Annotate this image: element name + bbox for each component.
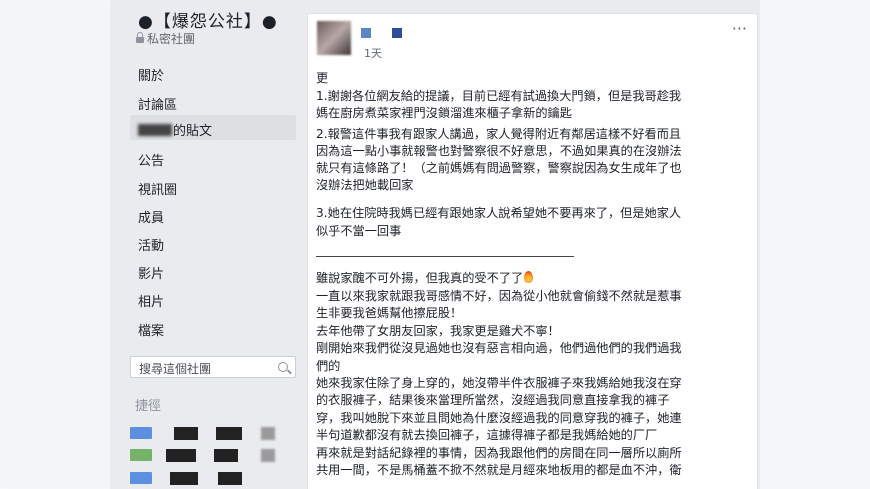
lock-icon (136, 32, 144, 43)
post-text-line: 半句道歉都沒有就去換回褲子，這據得褲子都是我媽給她的厂厂 (316, 428, 658, 442)
nav-item-about[interactable]: 關於 (138, 65, 164, 84)
redacted-name (138, 124, 172, 136)
nav-item-announcements[interactable]: 公告 (138, 150, 164, 169)
post-text-line: 因為這一點小事就報警也對警察很不好意思，不過如果真的在沒辦法 (316, 144, 682, 158)
facebook-group-window: ●【爆怨公社】● 私密社團 關於 討論區 的貼文 公告 視訊圈 成員 活動 影片… (110, 0, 760, 489)
nav-item-discussion[interactable]: 討論區 (138, 94, 177, 113)
redacted-text (214, 449, 238, 462)
search-icon[interactable] (278, 362, 288, 372)
nav-item-your-posts[interactable]: 的貼文 (138, 120, 212, 139)
group-name[interactable]: ●【爆怨公社】● (138, 7, 278, 32)
post-text-line: 穿，我叫她脫下來並且問她為什麼沒經過我的同意穿我的褲子，她連 (316, 411, 682, 425)
post-text-line: 共用一間，不是馬桶蓋不掀不然就是月經來地板用的都是血不沖，衛 (316, 463, 682, 477)
post-text-line: 就只有這條路了！（之前媽媽有問過警察，警察說因為女生成年了也 (316, 161, 682, 175)
group-privacy: 私密社團 (136, 30, 195, 47)
page-background-left (0, 0, 110, 489)
nav-item-video-chat[interactable]: 視訊圈 (138, 179, 177, 198)
redacted-text (170, 472, 198, 485)
redacted-text (166, 449, 196, 462)
fire-emoji-icon (524, 271, 534, 283)
post-text-line: 媽在廚房煮菜家裡門沒鎖溜進來櫃子拿新的鑰匙 (316, 106, 572, 120)
post-card: 1天 ··· 更 1.謝謝各位網友給的提議，目前已經有試過換大門鎖，但是我哥趁我… (307, 13, 758, 489)
nav-item-members[interactable]: 成員 (138, 207, 164, 226)
post-text-line: 2.報警這件事我有跟家人講過，家人覺得附近有鄰居這樣不好看而且 (316, 127, 682, 141)
post-text-line: 更 (316, 71, 329, 85)
post-text-line: 3.她在住院時我媽已經有跟她家人說希望她不要再來了，但是她家人 (316, 206, 682, 220)
shortcut-thumbnail (130, 449, 152, 461)
post-text-line: 剛開始來我們從沒見過她也沒有惡言相向過，他們過他們的我們過我 (316, 341, 682, 355)
post-text-line: 生非要我爸媽幫他擦屁股！ (316, 306, 463, 320)
shortcut-thumbnail (130, 427, 152, 439)
nav-item-events[interactable]: 活動 (138, 235, 164, 254)
redacted-text (216, 427, 242, 440)
post-text-line: 沒辦法把她載回家 (316, 178, 414, 192)
avatar[interactable] (317, 21, 351, 55)
group-sidebar: ●【爆怨公社】● 私密社團 關於 討論區 的貼文 公告 視訊圈 成員 活動 影片… (110, 0, 303, 489)
nav-item-files[interactable]: 檔案 (138, 320, 164, 339)
shortcuts-heading: 捷徑 (135, 399, 162, 414)
page-background-right (760, 0, 870, 489)
post-text-line: 再來就是對話紀錄裡的事情，因為我跟他們的房間在同一層所以廁所 (316, 446, 682, 460)
post-text-line: 1.謝謝各位網友給的提議，目前已經有試過換大門鎖，但是我哥趁我 (316, 89, 682, 103)
group-search-input[interactable]: 搜尋這個社團 (130, 356, 296, 378)
post-text-line: 似乎不當一回事 (316, 224, 402, 238)
privacy-label: 私密社團 (147, 32, 196, 46)
divider (316, 256, 574, 257)
post-text-line: 去年他帶了女朋友回家，我家更是雞犬不寧！ (316, 324, 560, 338)
post-text-line: 一直以來我家就跟我哥感情不好，因為從小他就會偷錢不然就是惹事 (316, 289, 682, 303)
post-text-line: 的衣服褲子，結果後來當理所當然，沒經過我同意直接拿我的褲子 (316, 393, 670, 407)
more-options-icon[interactable]: ··· (732, 19, 747, 38)
post-text-line: 她來我家住除了身上穿的，她沒帶半件衣服褲子來我媽給她我沒在穿 (316, 376, 682, 390)
redacted-text (218, 472, 242, 485)
author-name-redacted[interactable] (361, 28, 371, 38)
nav-item-photos[interactable]: 相片 (138, 291, 164, 310)
redacted-text (174, 427, 198, 440)
shortcut-thumbnail (130, 472, 152, 484)
nav-item-videos[interactable]: 影片 (138, 263, 164, 282)
search-placeholder: 搜尋這個社團 (139, 362, 212, 376)
post-timestamp[interactable]: 1天 (364, 45, 382, 61)
post-text-line: 們的 (316, 359, 341, 373)
author-name-redacted[interactable] (392, 28, 402, 38)
post-text-line: 雖說家醜不可外揚，但我真的受不了了 (316, 270, 534, 286)
redacted-text (261, 427, 275, 440)
redacted-text (261, 449, 275, 462)
